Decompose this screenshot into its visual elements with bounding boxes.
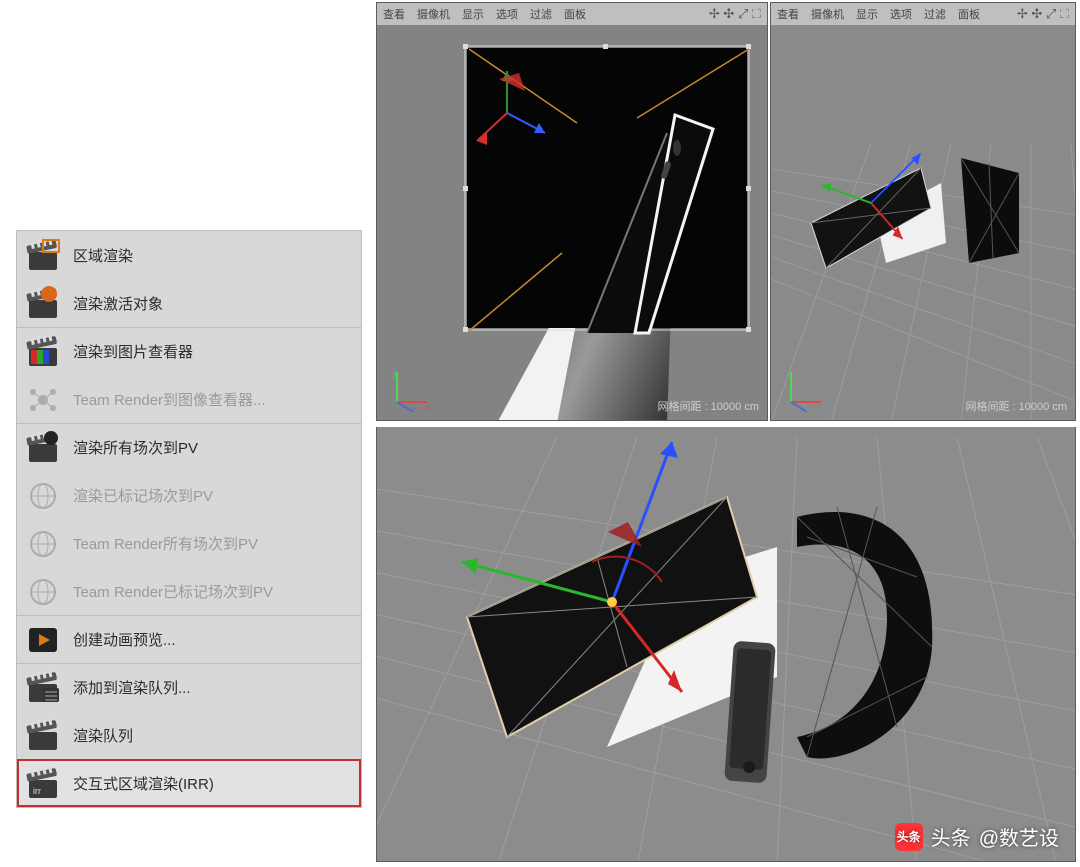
menu-item-label: 渲染已标记场次到PV — [73, 485, 213, 506]
menu-item-label: 渲染队列 — [73, 725, 133, 746]
menu-item-0[interactable]: 区域渲染 — [17, 231, 361, 279]
viewport-scene — [377, 3, 767, 420]
clap-icon — [25, 718, 61, 754]
grid-info: 网格间距 : 10000 cm — [658, 398, 759, 414]
watermark-handle: @数艺设 — [979, 822, 1059, 851]
axis-gizmo-icon — [781, 366, 827, 412]
menu-item-label: 添加到渲染队列... — [73, 677, 191, 698]
menu-item-4[interactable]: 渲染所有场次到PV — [17, 423, 361, 471]
svg-text:z: z — [411, 405, 415, 412]
viewport-top-left[interactable]: 查看摄像机显示选项过滤面板✢ ✣ ⤢ ⛶ 透视视图 — [376, 2, 768, 421]
clap-dot-icon — [25, 286, 61, 322]
play-icon — [25, 622, 61, 658]
queue-icon — [25, 670, 61, 706]
svg-text:x: x — [425, 403, 429, 412]
globe-icon — [25, 574, 61, 610]
menu-item-2[interactable]: 渲染到图片查看器 — [17, 327, 361, 375]
menu-item-1[interactable]: 渲染激活对象 — [17, 279, 361, 327]
clap-color-icon — [25, 334, 61, 370]
menu-item-7: Team Render已标记场次到PV — [17, 567, 361, 615]
menu-item-8[interactable]: 创建动画预览... — [17, 615, 361, 663]
svg-text:irr: irr — [33, 786, 41, 796]
menu-item-3: Team Render到图像查看器... — [17, 375, 361, 423]
svg-text:y: y — [393, 369, 397, 378]
watermark-prefix: 头条 — [931, 822, 971, 851]
viewport-top-right[interactable]: 查看摄像机显示选项过滤面板✢ ✣ ⤢ ⛶ 透视视图 网格间 — [770, 2, 1076, 421]
globe-icon — [25, 478, 61, 514]
menu-item-label: 区域渲染 — [73, 245, 133, 266]
clap-dark-icon — [25, 430, 61, 466]
menu-item-9[interactable]: 添加到渲染队列... — [17, 663, 361, 711]
menu-item-label: Team Render所有场次到PV — [73, 533, 258, 554]
render-menu: 区域渲染渲染激活对象渲染到图片查看器 Team Render到图像查看器... 渲染… — [16, 230, 362, 808]
menu-item-label: Team Render已标记场次到PV — [73, 581, 273, 602]
menu-item-label: 交互式区域渲染(IRR) — [73, 773, 214, 794]
grid-info: 网格间距 : 10000 cm — [966, 398, 1067, 414]
menu-item-5: 渲染已标记场次到PV — [17, 471, 361, 519]
menu-item-label: 渲染所有场次到PV — [73, 437, 198, 458]
clap-irr-icon: irr — [25, 766, 61, 802]
globe-icon — [25, 526, 61, 562]
viewport-scene — [771, 3, 1075, 420]
viewport-scene — [377, 427, 1075, 861]
menu-item-label: 渲染激活对象 — [73, 293, 163, 314]
menu-item-label: 创建动画预览... — [73, 629, 176, 650]
menu-item-10[interactable]: 渲染队列 — [17, 711, 361, 759]
menu-item-6: Team Render所有场次到PV — [17, 519, 361, 567]
menu-item-11[interactable]: irr 交互式区域渲染(IRR) — [17, 759, 361, 807]
clap-frame-icon — [25, 238, 61, 274]
axis-gizmo-icon: y x z — [387, 366, 433, 412]
menu-item-label: Team Render到图像查看器... — [73, 389, 266, 410]
viewport-bottom[interactable]: 头条 头条 @数艺设 — [376, 427, 1076, 862]
toutiao-logo-icon: 头条 — [895, 823, 923, 851]
team-icon — [25, 382, 61, 418]
watermark: 头条 头条 @数艺设 — [895, 822, 1059, 851]
menu-item-label: 渲染到图片查看器 — [73, 341, 193, 362]
